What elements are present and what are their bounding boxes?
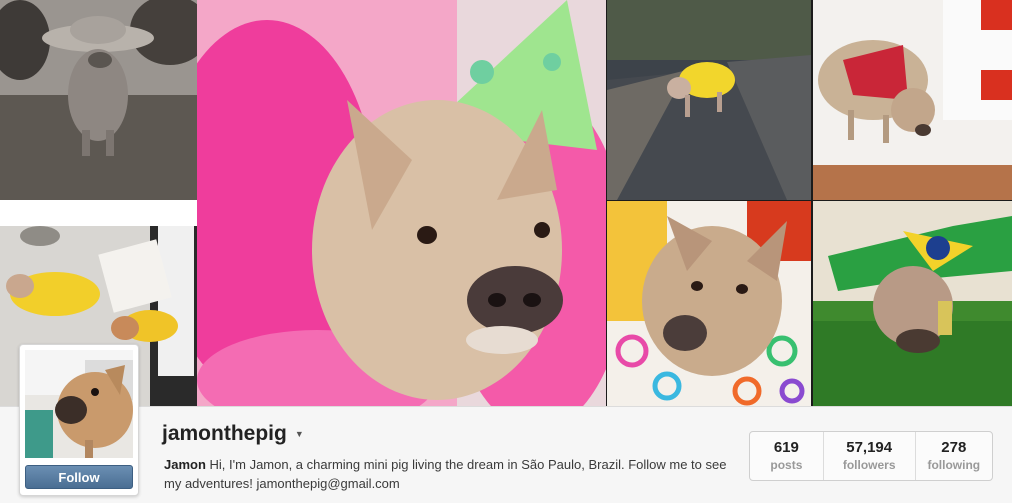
photo-mosaic (0, 0, 1012, 406)
avatar[interactable] (25, 350, 133, 458)
stat-following-label: following (927, 458, 981, 472)
bio-text: Hi, I'm Jamon, a charming mini pig livin… (164, 457, 727, 491)
photo-pig-with-bandana[interactable] (813, 0, 1012, 200)
bio-name: Jamon (164, 457, 206, 472)
photo-pig-with-flag[interactable] (813, 201, 1012, 406)
stat-posts-label: posts (770, 458, 803, 472)
stat-posts-count: 619 (773, 439, 799, 456)
stat-followers[interactable]: 57,194 followers (822, 432, 915, 480)
photo-party-pig[interactable] (197, 0, 606, 406)
photo-pig-closeup[interactable] (607, 201, 811, 406)
empty-tile (0, 200, 197, 226)
username-row: jamonthepig ▼ (162, 422, 304, 446)
stat-followers-count: 57,194 (846, 439, 893, 456)
follow-button[interactable]: Follow (25, 465, 133, 489)
caret-down-icon[interactable]: ▼ (295, 429, 304, 439)
photo-pig-on-road[interactable] (607, 0, 811, 200)
profile-stats: 619 posts 57,194 followers 278 following (749, 431, 993, 481)
profile-bio: Jamon Hi, I'm Jamon, a charming mini pig… (164, 455, 734, 493)
stat-followers-label: followers (842, 458, 896, 472)
photo-pig-with-hat[interactable] (0, 0, 197, 200)
stat-following[interactable]: 278 following (914, 432, 992, 480)
stat-posts[interactable]: 619 posts (750, 432, 823, 480)
stat-following-count: 278 (941, 439, 967, 456)
username: jamonthepig (162, 422, 287, 445)
avatar-frame: Follow (19, 344, 139, 496)
